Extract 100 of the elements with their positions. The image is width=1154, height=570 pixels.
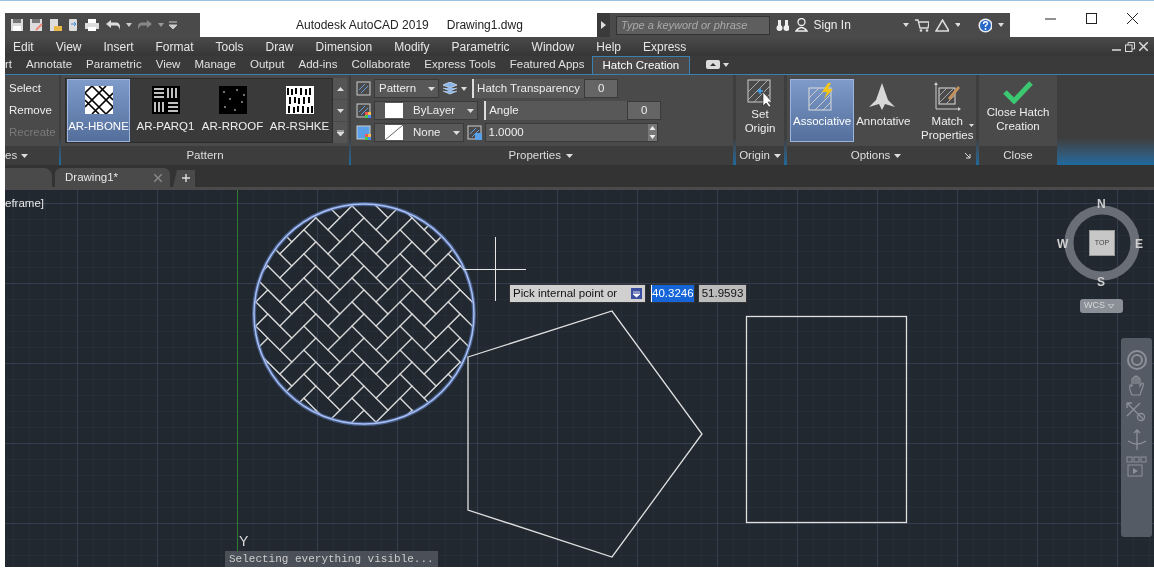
ribbon-tab[interactable]: Add-ins bbox=[291, 56, 345, 74]
option-toggle[interactable]: Match Properties bbox=[918, 79, 976, 142]
ribbon-tab[interactable]: Manage bbox=[187, 56, 243, 74]
undo-icon[interactable] bbox=[105, 19, 121, 31]
save-icon[interactable] bbox=[10, 18, 24, 32]
pattern-preview-icon bbox=[151, 85, 180, 114]
menu-item[interactable]: Dimension bbox=[315, 37, 373, 56]
close-hatch-creation-button[interactable]: Close Hatch Creation bbox=[979, 79, 1057, 133]
caret-icon[interactable] bbox=[954, 23, 961, 27]
x-coordinate-field[interactable]: 40.3246 bbox=[650, 284, 695, 303]
dropdown-value: Pattern bbox=[379, 80, 417, 96]
new-tab-button[interactable] bbox=[173, 170, 195, 187]
triangle-icon[interactable] bbox=[934, 18, 949, 32]
file-name: Drawing1.dwg bbox=[446, 17, 523, 34]
print-icon[interactable] bbox=[84, 18, 100, 32]
compass-label[interactable]: W bbox=[1057, 238, 1069, 250]
match-properties-icon bbox=[932, 82, 963, 112]
caret-icon[interactable] bbox=[894, 153, 902, 158]
expand-gallery-button[interactable] bbox=[333, 122, 347, 143]
customize-icon[interactable] bbox=[169, 21, 177, 29]
ribbon-tab[interactable]: Express Tools bbox=[417, 56, 503, 74]
menu-item[interactable]: Express bbox=[643, 37, 687, 56]
panel-toggle-icon[interactable] bbox=[706, 60, 721, 69]
spinner-icon[interactable] bbox=[647, 124, 657, 141]
caret-icon[interactable] bbox=[126, 23, 132, 27]
ribbon-tab[interactable]: Hatch Creation bbox=[591, 56, 691, 74]
caret-icon[interactable] bbox=[723, 63, 730, 67]
compass-label[interactable]: N bbox=[1097, 198, 1106, 210]
ribbon-tab[interactable]: Collaborate bbox=[344, 56, 418, 74]
angle-field[interactable]: 0 bbox=[627, 101, 662, 120]
ribbon-tab[interactable]: Parametric bbox=[79, 56, 149, 74]
y-coordinate-field[interactable]: 51.9593 bbox=[698, 284, 747, 303]
ribbon-tab[interactable]: Output bbox=[242, 56, 292, 74]
caret-icon[interactable] bbox=[773, 153, 781, 158]
hatch-type-dropdown[interactable]: Pattern bbox=[374, 79, 440, 98]
caret-icon[interactable] bbox=[21, 153, 29, 158]
set-origin-icon bbox=[747, 79, 773, 107]
menu-item[interactable]: View bbox=[55, 37, 82, 56]
file-tab[interactable]: Drawing1* bbox=[55, 168, 170, 187]
scroll-up-button[interactable] bbox=[333, 78, 347, 99]
menu-item[interactable]: Window bbox=[531, 37, 575, 56]
caret-icon[interactable] bbox=[903, 23, 909, 27]
compass-label[interactable]: S bbox=[1097, 276, 1105, 288]
viewport-label[interactable]: eframe] bbox=[5, 195, 44, 213]
hatch-color-dropdown[interactable]: ByLayer bbox=[374, 101, 479, 120]
open-file-icon[interactable] bbox=[48, 18, 62, 32]
field-label: Angle bbox=[484, 101, 628, 120]
option-toggle[interactable]: Annotative bbox=[854, 79, 913, 142]
boundary-button[interactable]: Select bbox=[9, 79, 59, 97]
panel-title[interactable]: Properties bbox=[508, 146, 561, 165]
expand-icon[interactable] bbox=[597, 13, 611, 37]
options-icon[interactable] bbox=[631, 288, 642, 299]
menu-item[interactable]: Draw bbox=[265, 37, 294, 56]
scale-field[interactable]: 1.0000 bbox=[484, 123, 658, 142]
dropdown-value: ByLayer bbox=[413, 102, 456, 118]
menu-item[interactable]: Help bbox=[596, 37, 621, 56]
set-origin-button[interactable]: Set Origin bbox=[737, 79, 783, 135]
window-title: Autodesk AutoCAD 2019 bbox=[296, 17, 429, 34]
caret-icon[interactable] bbox=[566, 153, 573, 158]
caret-icon bbox=[336, 108, 344, 113]
save-as-icon[interactable] bbox=[29, 18, 43, 32]
caret-icon[interactable] bbox=[998, 23, 1004, 27]
ribbon-tab[interactable]: rt bbox=[5, 56, 20, 74]
transparency-field[interactable]: 0 bbox=[584, 79, 619, 98]
close-icon[interactable] bbox=[1127, 13, 1138, 24]
option-toggle[interactable]: Associative bbox=[790, 79, 855, 142]
field-label: Hatch Transparency bbox=[472, 79, 585, 98]
scroll-down-button[interactable] bbox=[333, 100, 347, 121]
search-field[interactable]: Type a keyword or phrase bbox=[616, 15, 771, 35]
menu-item[interactable]: Edit bbox=[13, 37, 34, 56]
hatch-type-icon bbox=[356, 81, 371, 96]
help-icon[interactable] bbox=[978, 17, 993, 33]
background-color-dropdown[interactable]: None bbox=[374, 123, 464, 142]
restore-icon[interactable] bbox=[1125, 41, 1135, 52]
menu-item[interactable]: Insert bbox=[103, 37, 134, 56]
tooltip-prompt: Pick internal point or bbox=[513, 285, 619, 301]
menu-item[interactable]: Parametric bbox=[451, 37, 510, 56]
start-tab[interactable] bbox=[5, 168, 52, 187]
maximize-icon[interactable] bbox=[1086, 13, 1097, 24]
export-icon[interactable] bbox=[67, 18, 79, 32]
caret-icon[interactable] bbox=[461, 86, 468, 91]
pattern-swatch[interactable]: AR-HBONE bbox=[67, 79, 130, 142]
caret-icon bbox=[1108, 304, 1114, 308]
sign-in-link[interactable]: Sign In bbox=[813, 16, 898, 34]
menu-item[interactable]: Format bbox=[155, 37, 194, 56]
binoculars-icon[interactable] bbox=[776, 18, 790, 32]
button-label: WCS bbox=[1084, 299, 1105, 313]
ribbon-tab[interactable]: Featured Apps bbox=[502, 56, 592, 74]
redo-icon[interactable] bbox=[137, 19, 153, 31]
layers-icon[interactable] bbox=[442, 82, 459, 95]
dropdown-value: None bbox=[413, 124, 441, 140]
caret-icon bbox=[428, 86, 436, 91]
cart-icon[interactable] bbox=[914, 18, 929, 32]
boundary-button[interactable]: Remove bbox=[9, 101, 59, 120]
menu-item[interactable]: Modify bbox=[394, 37, 430, 56]
ribbon-tab[interactable]: Annotate bbox=[19, 56, 80, 74]
dialog-launcher-icon[interactable] bbox=[965, 152, 971, 159]
ribbon-tab[interactable]: View bbox=[148, 56, 188, 74]
menu-item[interactable]: Tools bbox=[215, 37, 244, 56]
user-icon[interactable] bbox=[795, 18, 808, 32]
